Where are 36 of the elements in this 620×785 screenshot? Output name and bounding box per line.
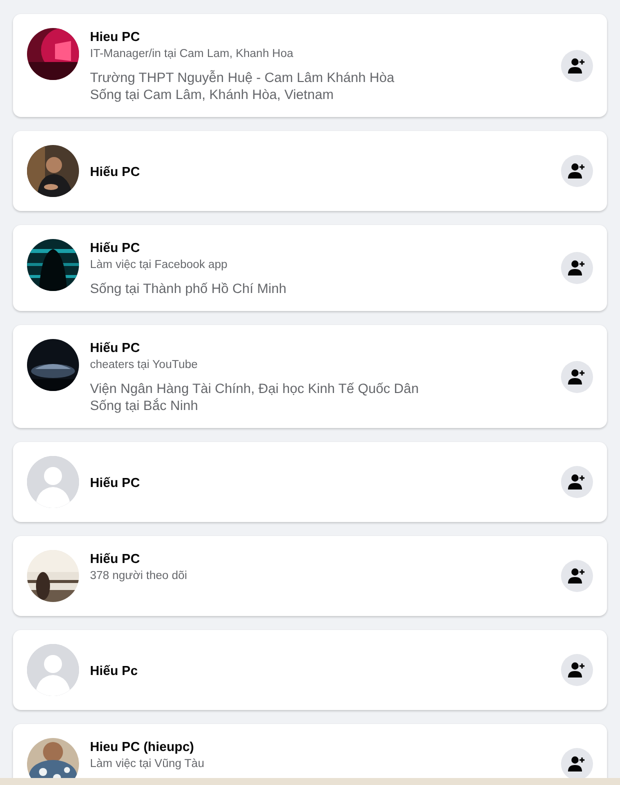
profile-name[interactable]: Hieu PC (hieupc) (90, 738, 553, 755)
add-friend-button[interactable] (561, 748, 593, 778)
profile-name[interactable]: Hiếu PC (90, 339, 553, 356)
add-friend-button[interactable] (561, 560, 593, 592)
add-friend-button[interactable] (561, 654, 593, 686)
profile-subtitle: Làm việc tại Vũng Tàu (90, 757, 206, 772)
default-avatar-icon (27, 644, 79, 696)
profile-name[interactable]: Hiếu PC (90, 162, 553, 180)
person-plus-icon (568, 756, 586, 772)
profile-detail: Trường THPT Nguyễn Huệ - Cam Lâm Khánh Hòa (90, 69, 396, 86)
add-friend-button[interactable] (561, 155, 593, 187)
person-plus-icon (568, 474, 586, 490)
add-friend-button[interactable] (561, 252, 593, 284)
person-plus-icon (568, 568, 586, 584)
profile-detail: Viện Ngân Hàng Tài Chính, Đại học Kinh Tế Quốc Dân (90, 380, 420, 397)
profile-subtitle: 378 người theo dõi (90, 569, 188, 584)
person-plus-icon (568, 58, 586, 74)
profile-detail: Sống tại Thành phố Hồ Chí Minh (90, 280, 288, 297)
add-friend-button[interactable] (561, 50, 593, 82)
person-plus-icon (568, 662, 586, 678)
person-plus-icon (568, 163, 586, 179)
profile-name[interactable]: Hiếu PC (90, 550, 553, 567)
add-friend-button[interactable] (561, 466, 593, 498)
profile-name[interactable]: Hiếu PC (90, 239, 553, 256)
default-avatar-icon (27, 456, 79, 508)
profile-subtitle: IT-Manager/in tại Cam Lam, Khanh Hoa (90, 47, 294, 62)
person-plus-icon (568, 368, 586, 384)
profile-name[interactable]: Hiếu PC (90, 474, 553, 490)
profile-name[interactable]: Hiếu Pc (90, 662, 553, 678)
profile-name[interactable]: Hieu PC (90, 28, 553, 45)
person-plus-icon (568, 260, 586, 276)
profile-subtitle: Làm việc tại Facebook app (90, 258, 228, 273)
profile-detail: Sống tại Cam Lâm, Khánh Hòa, Vietnam (90, 86, 335, 103)
add-friend-button[interactable] (561, 360, 593, 392)
profile-detail: Sống tại Bắc Ninh (90, 397, 200, 414)
profile-subtitle: cheaters tại YouTube (90, 358, 199, 373)
